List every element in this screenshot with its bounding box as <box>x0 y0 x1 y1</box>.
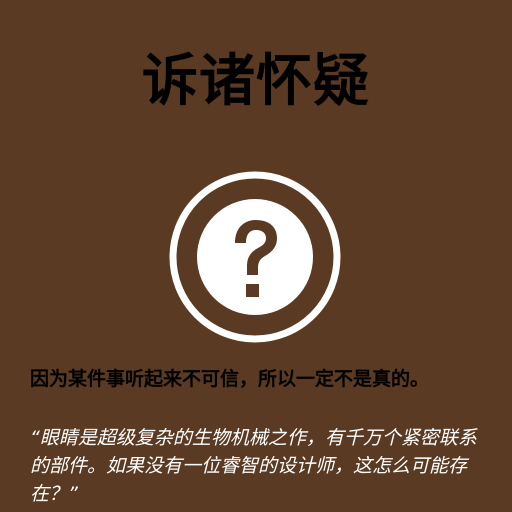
question-circle-icon <box>167 169 343 345</box>
example-quote: “眼睛是超级复杂的生物机械之作，有千万个紧密联系的部件。如果没有一位睿智的设计师… <box>30 427 477 505</box>
definition-text: 因为某件事听起来不可信，所以一定不是真的。 <box>30 368 430 390</box>
question-circle-graphic <box>169 171 341 343</box>
fallacy-card: 诉诸怀疑 因为某件事听起来不可信，所以一定不是真的。 “眼睛是超级复杂的生物机械… <box>0 0 512 512</box>
card-title: 诉诸怀疑 <box>142 49 370 114</box>
